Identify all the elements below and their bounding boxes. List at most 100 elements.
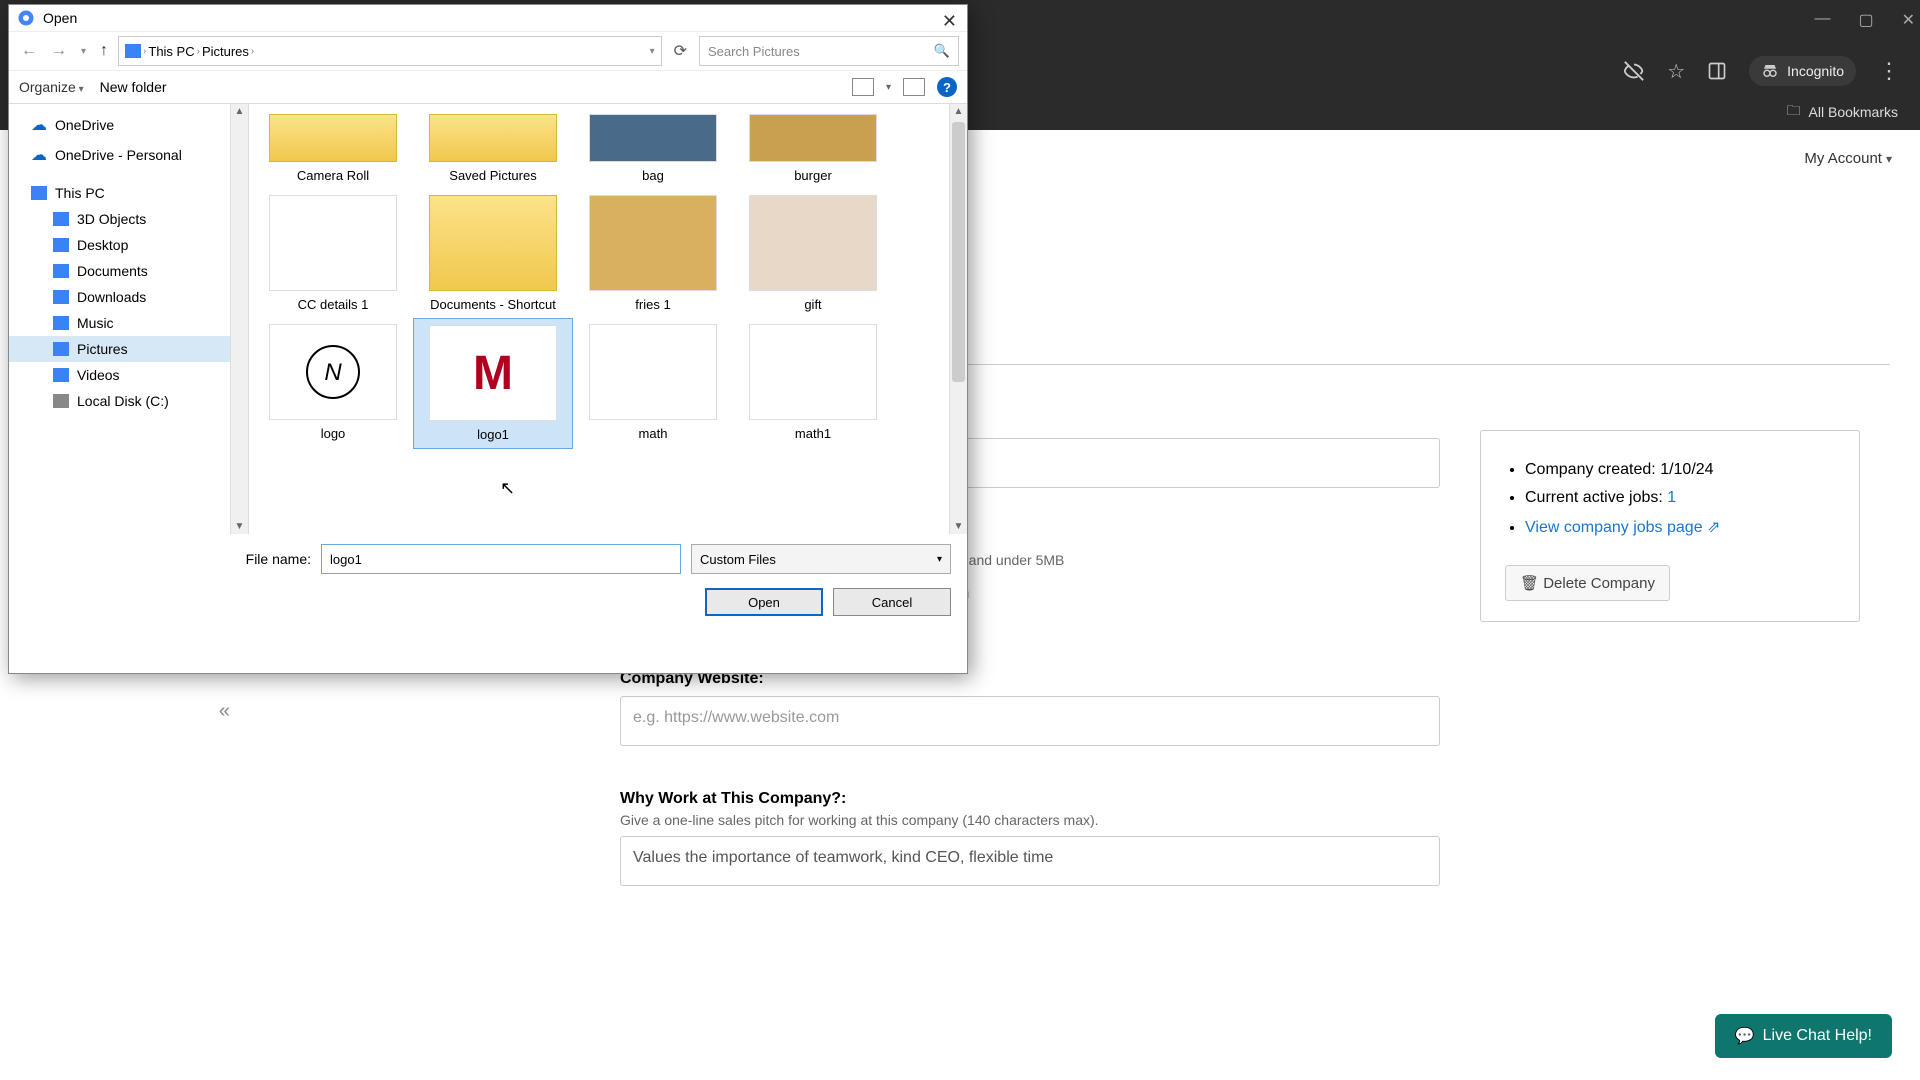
file-type-dropdown[interactable]: Custom Files ▾	[691, 544, 951, 574]
dialog-body: ☁OneDrive ☁OneDrive - Personal This PC 3…	[9, 104, 967, 534]
all-bookmarks-button[interactable]: 🗀 All Bookmarks	[1787, 100, 1898, 124]
refresh-icon[interactable]: ⟳	[668, 41, 693, 61]
tree-onedrive[interactable]: ☁OneDrive	[9, 110, 248, 140]
image-thumbnail	[269, 195, 397, 291]
tree-documents[interactable]: Documents	[9, 258, 248, 284]
close-window-icon[interactable]: ✕	[1902, 10, 1915, 30]
tree-videos[interactable]: Videos	[9, 362, 248, 388]
file-item[interactable]: bag	[573, 108, 733, 189]
scrollbar-thumb[interactable]	[952, 122, 965, 382]
scroll-down-icon[interactable]: ▼	[950, 519, 967, 534]
active-jobs-link[interactable]: 1	[1667, 489, 1676, 506]
breadcrumb-dropdown-icon[interactable]: ▾	[650, 46, 655, 57]
scroll-up-icon[interactable]: ▲	[950, 104, 967, 119]
dialog-close-button[interactable]: ✕	[942, 11, 957, 32]
incognito-badge[interactable]: Incognito	[1749, 56, 1856, 86]
incognito-icon	[1761, 62, 1779, 80]
breadcrumb[interactable]: › This PC › Pictures › ▾	[118, 36, 662, 66]
file-type-value: Custom Files	[700, 552, 776, 567]
tree-music[interactable]: Music	[9, 310, 248, 336]
svg-text:N: N	[324, 359, 342, 386]
eye-off-icon[interactable]	[1623, 60, 1645, 82]
image-thumbnail	[589, 324, 717, 420]
tree-local-disk[interactable]: Local Disk (C:)	[9, 388, 248, 414]
tree-this-pc[interactable]: This PC	[9, 180, 248, 206]
tree-desktop[interactable]: Desktop	[9, 232, 248, 258]
image-thumbnail	[749, 324, 877, 420]
scroll-up-icon[interactable]: ▲	[231, 104, 248, 119]
tree-pictures[interactable]: Pictures	[9, 336, 248, 362]
scroll-down-icon[interactable]: ▼	[231, 519, 248, 534]
nav-recent-icon[interactable]: ▾	[77, 42, 90, 61]
search-icon: 🔍	[934, 43, 950, 59]
external-link-icon: ⇗	[1707, 519, 1720, 536]
delete-company-button[interactable]: 🗑 Delete Company	[1505, 565, 1670, 601]
file-item[interactable]: CC details 1	[253, 189, 413, 318]
view-mode-dropdown-icon[interactable]: ▾	[886, 82, 891, 93]
info-active-jobs: Current active jobs: 1	[1525, 489, 1835, 507]
nav-forward-icon[interactable]: →	[47, 38, 71, 64]
file-grid: Camera Roll Saved Pictures bag burger CC…	[249, 104, 967, 534]
open-button[interactable]: Open	[705, 588, 823, 616]
website-input[interactable]: e.g. https://www.website.com	[620, 696, 1440, 746]
cancel-button[interactable]: Cancel	[833, 588, 951, 616]
breadcrumb-this-pc[interactable]: This PC	[148, 44, 194, 59]
preview-pane-icon[interactable]	[903, 78, 925, 96]
file-name: burger	[737, 168, 889, 183]
maximize-icon[interactable]: ▢	[1858, 10, 1873, 30]
star-icon[interactable]: ☆	[1667, 59, 1685, 84]
new-folder-button[interactable]: New folder	[100, 79, 167, 95]
chrome-icon	[17, 9, 35, 27]
downloads-icon	[53, 290, 69, 304]
nav-back-icon[interactable]: ←	[17, 38, 41, 64]
sidepanel-icon[interactable]	[1707, 61, 1727, 81]
shortcut-icon	[429, 195, 557, 291]
view-mode-icon[interactable]	[852, 78, 874, 96]
dialog-help-icon[interactable]: ?	[937, 77, 957, 97]
incognito-label: Incognito	[1787, 63, 1844, 79]
tree-onedrive-personal[interactable]: ☁OneDrive - Personal	[9, 140, 248, 170]
browser-menu-icon[interactable]: ⋮	[1878, 58, 1900, 84]
file-name: math1	[737, 426, 889, 441]
pc-icon	[31, 186, 47, 200]
tree-3d-objects[interactable]: 3D Objects	[9, 206, 248, 232]
file-item[interactable]: Nlogo	[253, 318, 413, 449]
view-jobs-link[interactable]: View company jobs page ⇗	[1525, 519, 1720, 536]
organize-dropdown[interactable]: Organize	[19, 79, 84, 95]
sidebar-collapse-button[interactable]: «	[0, 684, 300, 739]
tree-downloads[interactable]: Downloads	[9, 284, 248, 310]
files-scrollbar[interactable]: ▲ ▼	[949, 104, 967, 534]
file-item[interactable]: fries 1	[573, 189, 733, 318]
file-item[interactable]: Saved Pictures	[413, 108, 573, 189]
my-account-dropdown[interactable]: My Account	[1804, 150, 1892, 167]
tree-scrollbar[interactable]: ▲ ▼	[230, 104, 248, 534]
image-thumbnail: M	[429, 325, 557, 421]
videos-icon	[53, 368, 69, 382]
chevron-right-icon: ›	[251, 46, 254, 57]
file-name-input[interactable]	[321, 544, 681, 574]
file-item[interactable]: Camera Roll	[253, 108, 413, 189]
file-name-label: File name:	[246, 551, 311, 567]
file-item-selected[interactable]: Mlogo1	[413, 318, 573, 449]
file-item[interactable]: math1	[733, 318, 893, 449]
breadcrumb-pictures[interactable]: Pictures	[202, 44, 249, 59]
file-item[interactable]: math	[573, 318, 733, 449]
minimize-icon[interactable]: —	[1814, 10, 1830, 30]
window-controls: — ▢ ✕	[1814, 10, 1915, 30]
search-input[interactable]: Search Pictures 🔍	[699, 36, 959, 66]
dialog-footer: File name: Custom Files ▾	[9, 534, 967, 584]
why-input[interactable]: Values the importance of teamwork, kind …	[620, 836, 1440, 886]
file-item[interactable]: gift	[733, 189, 893, 318]
disk-icon	[53, 394, 69, 408]
file-item[interactable]: Documents - Shortcut	[413, 189, 573, 318]
file-item[interactable]: burger	[733, 108, 893, 189]
nav-up-icon[interactable]: ↑	[96, 38, 112, 64]
live-chat-button[interactable]: 💬 Live Chat Help!	[1715, 1014, 1892, 1058]
live-chat-label: Live Chat Help!	[1763, 1027, 1872, 1045]
dialog-title: Open	[43, 10, 77, 26]
chat-icon: 💬	[1735, 1026, 1755, 1046]
file-name: math	[577, 426, 729, 441]
trash-icon: 🗑	[1520, 575, 1539, 592]
folder-tree: ☁OneDrive ☁OneDrive - Personal This PC 3…	[9, 104, 249, 534]
dialog-title-bar: Open ✕	[9, 5, 967, 31]
